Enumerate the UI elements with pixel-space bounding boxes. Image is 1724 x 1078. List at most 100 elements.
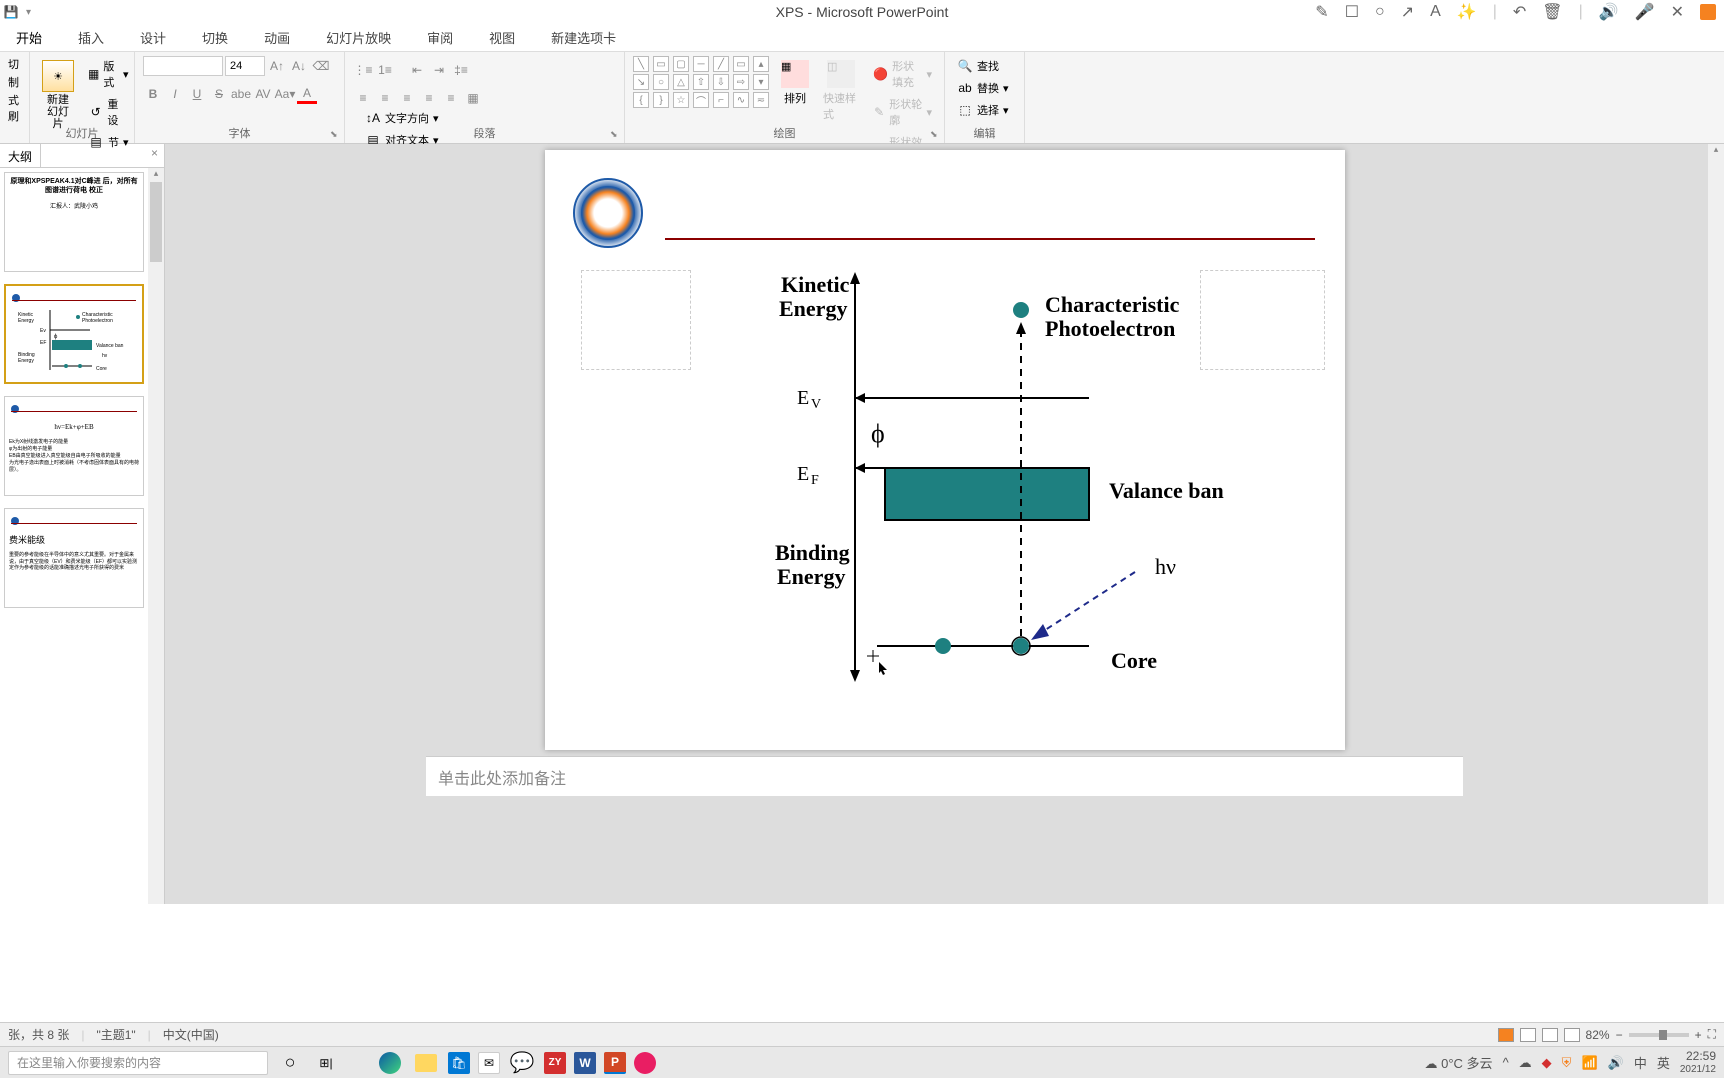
shape-more[interactable]: ≂ — [753, 92, 769, 108]
increase-indent-button[interactable]: ⇥ — [429, 60, 449, 80]
edge-icon[interactable] — [376, 1049, 404, 1077]
reading-view-button[interactable] — [1542, 1028, 1558, 1042]
cortana-icon[interactable]: ○ — [276, 1049, 304, 1077]
align-center-button[interactable]: ≡ — [375, 88, 395, 108]
tab-transition[interactable]: 切换 — [194, 24, 236, 51]
tray-volume-icon[interactable]: 🔊 — [1608, 1055, 1624, 1071]
pen-icon[interactable]: ✎ — [1315, 2, 1328, 22]
underline-button[interactable]: U — [187, 84, 207, 104]
wechat-icon[interactable]: 💬 — [508, 1049, 536, 1077]
tab-insert[interactable]: 插入 — [70, 24, 112, 51]
app-icon[interactable] — [634, 1052, 656, 1074]
new-slide-button[interactable]: ☀ 新建 幻灯片 — [38, 56, 78, 134]
decrease-font-icon[interactable]: A↓ — [289, 56, 309, 76]
italic-button[interactable]: I — [165, 84, 185, 104]
ime-cn[interactable]: 中 — [1634, 1053, 1647, 1072]
save-icon[interactable]: 💾 — [4, 5, 18, 19]
circle-icon[interactable]: ○ — [1375, 3, 1385, 21]
shape-up[interactable]: ▴ — [753, 56, 769, 72]
tray-network-icon[interactable]: 📶 — [1581, 1055, 1597, 1071]
fit-window-button[interactable]: ⛶ — [1708, 1027, 1716, 1042]
tab-newtab[interactable]: 新建选项卡 — [543, 24, 624, 51]
font-family-select[interactable] — [143, 56, 223, 76]
tray-chevron-icon[interactable]: ^ — [1503, 1055, 1509, 1070]
shape-curve[interactable]: ⌒ — [693, 92, 709, 108]
language-indicator[interactable]: 中文(中国) — [163, 1026, 219, 1043]
notes-pane[interactable]: 单击此处添加备注 — [426, 756, 1463, 796]
ime-en[interactable]: 英 — [1657, 1053, 1670, 1072]
word-icon[interactable]: W — [574, 1052, 596, 1074]
mic-icon[interactable]: 🎤 — [1635, 2, 1655, 22]
square-icon[interactable]: ☐ — [1345, 2, 1359, 22]
wand-icon[interactable]: ✨ — [1457, 2, 1477, 22]
case-button[interactable]: Aa▾ — [275, 84, 295, 104]
shape-oval[interactable]: ○ — [653, 74, 669, 90]
decrease-indent-button[interactable]: ⇤ — [407, 60, 427, 80]
shape-triangle[interactable]: △ — [673, 74, 689, 90]
shape-arrow-down[interactable]: ⇩ — [713, 74, 729, 90]
speaker-icon[interactable]: 🔊 — [1599, 2, 1619, 22]
weather-widget[interactable]: ☁ 0°C 多云 — [1425, 1053, 1493, 1072]
paragraph-dialog-launcher-icon[interactable]: ⬊ — [610, 129, 620, 139]
zoom-level[interactable]: 82% — [1586, 1028, 1610, 1042]
format-painter-button[interactable]: 式刷 — [8, 92, 21, 124]
bullets-button[interactable]: ⋮≡ — [353, 60, 373, 80]
task-view-icon[interactable]: ⊞| — [312, 1049, 340, 1077]
font-color-button[interactable]: A — [297, 84, 317, 104]
slideshow-view-button[interactable] — [1564, 1028, 1580, 1042]
slide-thumb-1[interactable]: 原理和XPSPEAK4.1对C峰进 后，对所有图谱进行荷电 校正 汇报人：武陵小… — [4, 172, 144, 272]
mail-icon[interactable]: ✉ — [478, 1052, 500, 1074]
slide-scrollbar[interactable]: ▴ — [1708, 144, 1724, 904]
clock[interactable]: 22:59 2021/12 — [1680, 1050, 1716, 1074]
cut-button[interactable]: 切 — [8, 56, 21, 72]
arrow-icon[interactable]: ↗ — [1401, 2, 1414, 22]
tray-onedrive-icon[interactable]: ☁ — [1519, 1055, 1532, 1071]
quickstyle-button[interactable]: ◫ 快速样式 — [819, 56, 863, 126]
shadow-button[interactable]: abe — [231, 84, 251, 104]
zy-icon[interactable]: ZY — [544, 1052, 566, 1074]
shape-brace-r[interactable]: } — [653, 92, 669, 108]
taskbar-search[interactable]: 在这里输入你要搜索的内容 — [8, 1051, 268, 1075]
placeholder-1[interactable] — [581, 270, 691, 370]
orange-button[interactable] — [1700, 4, 1716, 20]
tab-view[interactable]: 视图 — [481, 24, 523, 51]
tab-home[interactable]: 开始 — [8, 24, 50, 51]
align-left-button[interactable]: ≡ — [353, 88, 373, 108]
tab-design[interactable]: 设计 — [132, 24, 174, 51]
bold-button[interactable]: B — [143, 84, 163, 104]
sorter-view-button[interactable] — [1520, 1028, 1536, 1042]
shape-free[interactable]: ∿ — [733, 92, 749, 108]
zoom-out-button[interactable]: − — [1616, 1028, 1623, 1042]
outline-tab[interactable]: 大纲 — [0, 144, 41, 167]
thumbnail-scrollbar[interactable]: ▴ — [148, 168, 164, 904]
text-icon[interactable]: A — [1430, 3, 1441, 21]
shape-rect2[interactable]: ▭ — [733, 56, 749, 72]
slide-thumb-4[interactable]: 费米能级 重要的参考能级在半导体中的意义尤其重要。对于金属来说，由于真空能级（E… — [4, 508, 144, 608]
font-dialog-launcher-icon[interactable]: ⬊ — [330, 129, 340, 139]
close-icon[interactable]: ✕ — [1671, 2, 1684, 22]
shape-star[interactable]: ☆ — [673, 92, 689, 108]
char-spacing-button[interactable]: AV — [253, 84, 273, 104]
shape-gallery[interactable]: ╲ ▭ ▢ ─ ╱ ▭ ▴ ↘ ○ △ ⇧ ⇩ ⇨ ▾ { } ☆ ⌒ ⌐ ∿ — [633, 56, 771, 108]
shape-rect[interactable]: ▭ — [653, 56, 669, 72]
shape-outline-button[interactable]: ✎形状轮廓 ▾ — [869, 94, 936, 130]
layout-button[interactable]: ▦版式 ▾ — [84, 56, 133, 92]
replace-button[interactable]: ab替换 ▾ — [953, 78, 1016, 98]
shape-down[interactable]: ▾ — [753, 74, 769, 90]
columns-button[interactable]: ▦ — [463, 88, 483, 108]
drawing-dialog-launcher-icon[interactable]: ⬊ — [930, 129, 940, 139]
strike-button[interactable]: S — [209, 84, 229, 104]
tab-animation[interactable]: 动画 — [256, 24, 298, 51]
shape-fill-button[interactable]: 🔴形状填充 ▾ — [869, 56, 936, 92]
tray-security-icon[interactable]: ⛨ — [1562, 1055, 1572, 1071]
slide-thumb-3[interactable]: hν=Ek+φ+EB Ek为X射线激发电子的能量 φ为出射的电子能量 EB由真空… — [4, 396, 144, 496]
explorer-icon[interactable] — [412, 1049, 440, 1077]
numbering-button[interactable]: 1≡ — [375, 60, 395, 80]
shape-l[interactable]: ⌐ — [713, 92, 729, 108]
shape-brace-l[interactable]: { — [633, 92, 649, 108]
align-right-button[interactable]: ≡ — [397, 88, 417, 108]
increase-font-icon[interactable]: A↑ — [267, 56, 287, 76]
shape-line2[interactable]: ─ — [693, 56, 709, 72]
tray-app-icon[interactable]: ◆ — [1542, 1055, 1552, 1071]
shape-roundrect[interactable]: ▢ — [673, 56, 689, 72]
